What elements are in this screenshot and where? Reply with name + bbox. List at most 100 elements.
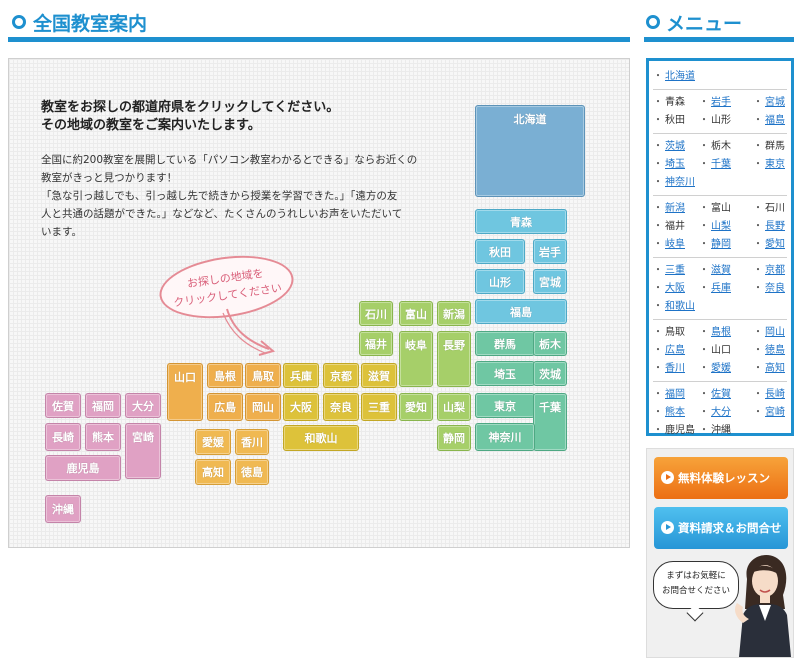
prefecture-osaka[interactable]: 大阪 [283, 393, 319, 421]
prefecture-shimane[interactable]: 島根 [207, 363, 243, 388]
bullet-icon: ・ [753, 115, 763, 126]
prefecture-okayama[interactable]: 岡山 [245, 393, 281, 421]
prefecture-tochigi[interactable]: 栃木 [533, 331, 567, 356]
prefecture-nara[interactable]: 奈良 [323, 393, 359, 421]
prefecture-miyagi[interactable]: 宮城 [533, 269, 567, 294]
prefecture-saitama[interactable]: 埼玉 [475, 361, 535, 386]
menu-item[interactable]: ・静岡 [699, 235, 731, 250]
menu-item-label: 京都 [765, 265, 785, 276]
menu-item[interactable]: ・長野 [753, 217, 785, 232]
prefecture-fukuoka[interactable]: 福岡 [85, 393, 121, 418]
bullet-icon: ・ [753, 345, 763, 356]
prefecture-kochi[interactable]: 高知 [195, 459, 231, 485]
menu-item[interactable]: ・兵庫 [699, 279, 731, 294]
prefecture-iwate[interactable]: 岩手 [533, 239, 567, 264]
speech-line-1: まずはお気軽に [666, 571, 726, 581]
menu-item[interactable]: ・北海道 [653, 67, 695, 82]
prefecture-tottori[interactable]: 鳥取 [245, 363, 281, 388]
prefecture-aichi[interactable]: 愛知 [399, 393, 433, 421]
menu-item[interactable]: ・岐阜 [653, 235, 685, 250]
prefecture-gunma[interactable]: 群馬 [475, 331, 535, 356]
prefecture-nagano[interactable]: 長野 [437, 331, 471, 387]
prefecture-kagoshima[interactable]: 鹿児島 [45, 455, 121, 481]
menu-item[interactable]: ・長崎 [753, 385, 785, 400]
menu-item[interactable]: ・奈良 [753, 279, 785, 294]
prefecture-okinawa[interactable]: 沖縄 [45, 495, 81, 523]
menu-item[interactable]: ・大阪 [653, 279, 685, 294]
prefecture-kagawa[interactable]: 香川 [235, 429, 269, 455]
menu-item[interactable]: ・徳島 [753, 341, 785, 356]
prefecture-tokyo[interactable]: 東京 [475, 393, 535, 418]
prefecture-nagasaki[interactable]: 長崎 [45, 423, 81, 451]
bullet-icon: ・ [753, 203, 763, 214]
menu-item: ・福井 [653, 217, 685, 232]
prefecture-akita[interactable]: 秋田 [475, 239, 525, 264]
prefecture-hiroshima[interactable]: 広島 [207, 393, 243, 421]
menu-item[interactable]: ・三重 [653, 261, 685, 276]
bullet-icon: ・ [699, 407, 709, 418]
menu-item[interactable]: ・福島 [753, 111, 785, 126]
prefecture-gifu[interactable]: 岐阜 [399, 331, 433, 387]
prefecture-ehime[interactable]: 愛媛 [195, 429, 231, 455]
menu-item[interactable]: ・茨城 [653, 137, 685, 152]
menu-item[interactable]: ・高知 [753, 359, 785, 374]
menu-item[interactable]: ・埼玉 [653, 155, 685, 170]
menu-item-label: 香川 [665, 363, 685, 374]
menu-item[interactable]: ・福岡 [653, 385, 685, 400]
free-trial-button[interactable]: 無料体験レッスン [654, 457, 788, 499]
menu-item[interactable]: ・愛媛 [699, 359, 731, 374]
prefecture-hokkaido[interactable]: 北海道 [475, 105, 585, 197]
prefecture-chiba[interactable]: 千葉 [533, 393, 567, 451]
menu-item[interactable]: ・島根 [699, 323, 731, 338]
prefecture-kumamoto[interactable]: 熊本 [85, 423, 121, 451]
menu-item[interactable]: ・神奈川 [653, 173, 695, 188]
menu-item[interactable]: ・岩手 [699, 93, 731, 108]
menu-item-label: 千葉 [711, 159, 731, 170]
menu-item-label: 大阪 [665, 283, 685, 294]
prefecture-niigata[interactable]: 新潟 [437, 301, 471, 326]
menu-item[interactable]: ・岡山 [753, 323, 785, 338]
menu-item[interactable]: ・愛知 [753, 235, 785, 250]
contact-button[interactable]: 資料請求＆お問合せ [654, 507, 788, 549]
menu-item[interactable]: ・広島 [653, 341, 685, 356]
prefecture-oita[interactable]: 大分 [125, 393, 161, 418]
prefecture-fukushima[interactable]: 福島 [475, 299, 567, 324]
bullet-icon: ・ [753, 221, 763, 232]
prefecture-kyoto[interactable]: 京都 [323, 363, 359, 388]
menu-item[interactable]: ・京都 [753, 261, 785, 276]
menu-item[interactable]: ・山梨 [699, 217, 731, 232]
menu-item[interactable]: ・東京 [753, 155, 785, 170]
menu-item[interactable]: ・熊本 [653, 403, 685, 418]
prefecture-hyogo[interactable]: 兵庫 [283, 363, 319, 388]
menu-item[interactable]: ・和歌山 [653, 297, 695, 312]
menu-item-label: 長野 [765, 221, 785, 232]
prefecture-ishikawa[interactable]: 石川 [359, 301, 393, 326]
menu-item[interactable]: ・新潟 [653, 199, 685, 214]
prefecture-fukui[interactable]: 福井 [359, 331, 393, 356]
menu-item[interactable]: ・香川 [653, 359, 685, 374]
prefecture-ibaraki[interactable]: 茨城 [533, 361, 567, 386]
menu-item[interactable]: ・千葉 [699, 155, 731, 170]
prefecture-wakayama[interactable]: 和歌山 [283, 425, 359, 451]
bullet-icon: ・ [699, 221, 709, 232]
menu-item[interactable]: ・佐賀 [699, 385, 731, 400]
prefecture-saga[interactable]: 佐賀 [45, 393, 81, 418]
menu-item[interactable]: ・滋賀 [699, 261, 731, 276]
prefecture-yamaguchi[interactable]: 山口 [167, 363, 203, 421]
prefecture-kanagawa[interactable]: 神奈川 [475, 423, 535, 451]
prefecture-toyama[interactable]: 富山 [399, 301, 433, 326]
menu-item-label: 茨城 [665, 141, 685, 152]
menu-item: ・沖縄 [699, 421, 731, 436]
prefecture-miyazaki[interactable]: 宮崎 [125, 423, 161, 479]
prefecture-yamanashi[interactable]: 山梨 [437, 393, 471, 421]
menu-item[interactable]: ・宮崎 [753, 403, 785, 418]
main-title-bar: 全国教室案内 [8, 8, 630, 42]
prefecture-tokushima[interactable]: 徳島 [235, 459, 269, 485]
menu-item[interactable]: ・大分 [699, 403, 731, 418]
prefecture-aomori[interactable]: 青森 [475, 209, 567, 234]
prefecture-shiga[interactable]: 滋賀 [361, 363, 397, 388]
prefecture-yamagata[interactable]: 山形 [475, 269, 525, 294]
prefecture-shizuoka[interactable]: 静岡 [437, 425, 471, 451]
prefecture-mie[interactable]: 三重 [361, 393, 397, 421]
menu-item[interactable]: ・宮城 [753, 93, 785, 108]
